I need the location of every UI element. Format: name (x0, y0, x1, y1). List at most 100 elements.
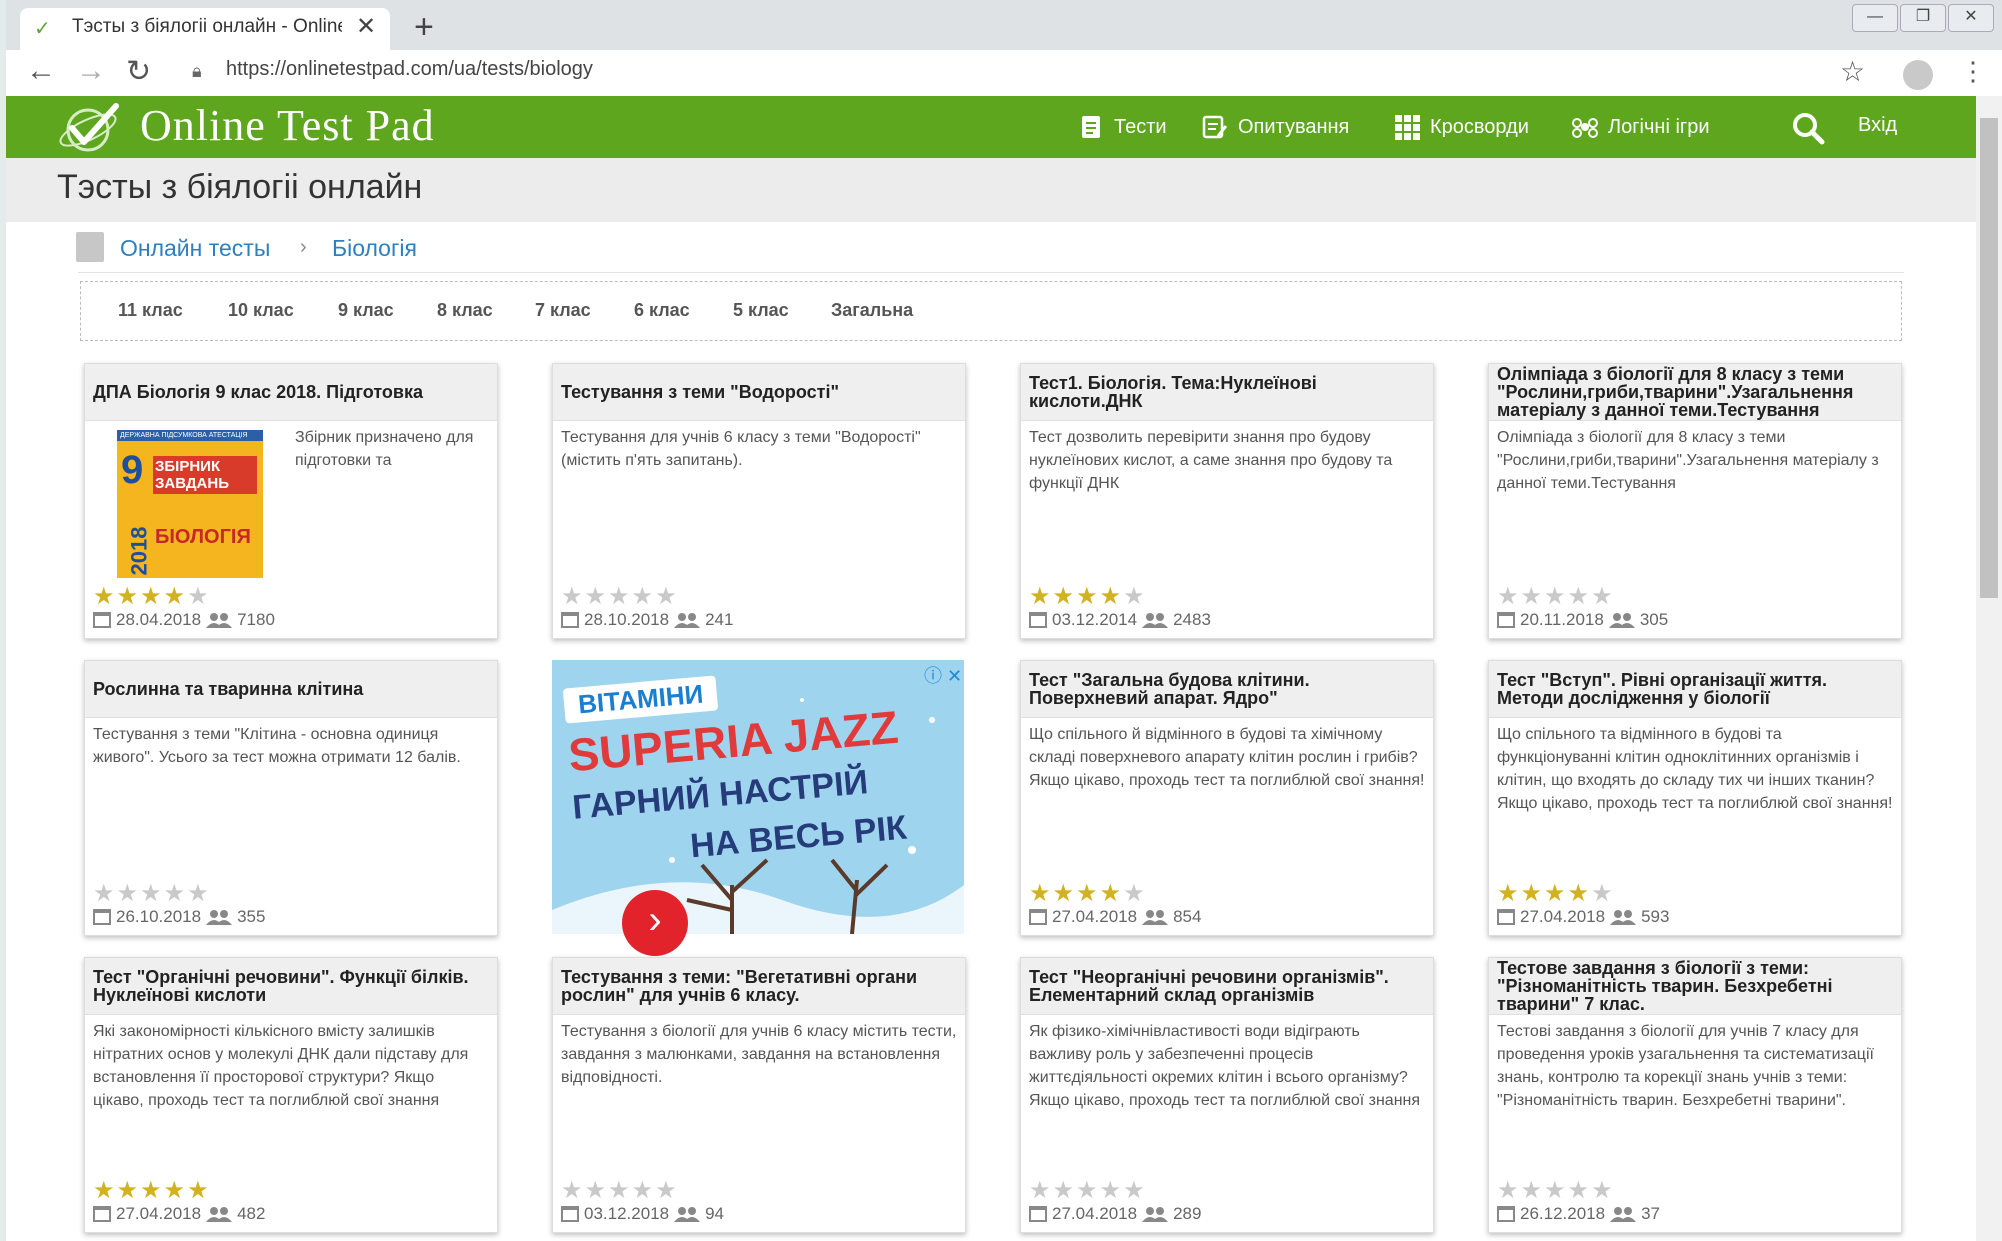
star-empty-icon[interactable]: ★ (93, 880, 117, 907)
star-empty-icon[interactable]: ★ (655, 1177, 679, 1204)
star-filled-icon[interactable]: ★ (164, 583, 188, 610)
test-card[interactable]: Олімпіада з біології для 8 класу з теми … (1488, 363, 1902, 639)
card-title[interactable]: Тест "Органічні речовини". Функції білкі… (93, 958, 489, 1014)
star-empty-icon[interactable]: ★ (1568, 1177, 1592, 1204)
star-empty-icon[interactable]: ★ (1497, 583, 1521, 610)
star-empty-icon[interactable]: ★ (164, 880, 188, 907)
scrollbar-thumb[interactable] (1980, 118, 1998, 598)
grade-7[interactable]: 7 клас (535, 300, 591, 321)
star-empty-icon[interactable]: ★ (632, 583, 656, 610)
grade-10[interactable]: 10 клас (228, 300, 294, 321)
star-empty-icon[interactable]: ★ (117, 880, 141, 907)
profile-avatar-icon[interactable] (1903, 60, 1933, 90)
star-empty-icon[interactable]: ★ (1521, 583, 1545, 610)
card-title[interactable]: Тест "Вступ". Рівні організації життя. М… (1497, 661, 1893, 717)
login-link[interactable]: Вхід (1858, 114, 1897, 137)
star-empty-icon[interactable]: ★ (1123, 583, 1147, 610)
star-empty-icon[interactable]: ★ (187, 880, 211, 907)
tab-close-icon[interactable]: ✕ (356, 12, 376, 41)
star-filled-icon[interactable]: ★ (1053, 583, 1077, 610)
star-empty-icon[interactable]: ★ (608, 583, 632, 610)
star-empty-icon[interactable]: ★ (585, 583, 609, 610)
grade-general[interactable]: Загальна (831, 300, 913, 321)
star-filled-icon[interactable]: ★ (1029, 880, 1053, 907)
reload-icon[interactable]: ↻ (126, 54, 151, 89)
grade-6[interactable]: 6 клас (634, 300, 690, 321)
test-card[interactable]: Тест "Неорганічні речовини організмів". … (1020, 957, 1434, 1233)
grade-11[interactable]: 11 клас (118, 300, 183, 321)
card-title[interactable]: Тестування з теми "Водорості" (561, 364, 957, 420)
star-empty-icon[interactable]: ★ (1123, 880, 1147, 907)
star-filled-icon[interactable]: ★ (187, 1177, 211, 1204)
star-empty-icon[interactable]: ★ (140, 880, 164, 907)
logo-checkmark-icon[interactable] (54, 98, 132, 158)
star-empty-icon[interactable]: ★ (1497, 1177, 1521, 1204)
star-empty-icon[interactable]: ★ (632, 1177, 656, 1204)
back-arrow-icon[interactable]: ← (26, 54, 56, 88)
star-filled-icon[interactable]: ★ (93, 583, 117, 610)
star-filled-icon[interactable]: ★ (1100, 880, 1124, 907)
window-close-button[interactable]: ✕ (1948, 4, 1994, 32)
card-title[interactable]: Тест1. Біологія. Тема:Нуклеїнові кислоти… (1029, 364, 1425, 420)
star-empty-icon[interactable]: ★ (561, 583, 585, 610)
star-filled-icon[interactable]: ★ (1076, 880, 1100, 907)
star-empty-icon[interactable]: ★ (1591, 1177, 1615, 1204)
star-filled-icon[interactable]: ★ (1521, 880, 1545, 907)
card-title[interactable]: Тест "Неорганічні речовини організмів". … (1029, 958, 1425, 1014)
star-empty-icon[interactable]: ★ (561, 1177, 585, 1204)
star-empty-icon[interactable]: ★ (1076, 1177, 1100, 1204)
star-filled-icon[interactable]: ★ (1568, 880, 1592, 907)
test-card[interactable]: Тест "Органічні речовини". Функції білкі… (84, 957, 498, 1233)
star-filled-icon[interactable]: ★ (1076, 583, 1100, 610)
star-empty-icon[interactable]: ★ (1053, 1177, 1077, 1204)
star-empty-icon[interactable]: ★ (1521, 1177, 1545, 1204)
nav-surveys[interactable]: Опитування (1202, 114, 1349, 140)
card-title[interactable]: Тестове завдання з біології з теми: "Різ… (1497, 958, 1893, 1014)
star-filled-icon[interactable]: ★ (1029, 583, 1053, 610)
star-empty-icon[interactable]: ★ (655, 583, 679, 610)
restore-button[interactable]: ❐ (1900, 4, 1946, 32)
star-empty-icon[interactable]: ★ (187, 583, 211, 610)
forward-arrow-icon[interactable]: → (76, 54, 106, 88)
breadcrumb-biology[interactable]: Біологія (332, 235, 417, 262)
test-card[interactable]: Тест1. Біологія. Тема:Нуклеїнові кислоти… (1020, 363, 1434, 639)
test-card[interactable]: Тестування з теми: "Вегетативні органи р… (552, 957, 966, 1233)
star-empty-icon[interactable]: ★ (1591, 880, 1615, 907)
card-title[interactable]: Рослинна та тваринна клітина (93, 661, 489, 717)
star-filled-icon[interactable]: ★ (117, 583, 141, 610)
star-empty-icon[interactable]: ★ (1029, 1177, 1053, 1204)
star-filled-icon[interactable]: ★ (117, 1177, 141, 1204)
bookmark-star-icon[interactable]: ☆ (1840, 55, 1865, 88)
star-filled-icon[interactable]: ★ (93, 1177, 117, 1204)
star-empty-icon[interactable]: ★ (585, 1177, 609, 1204)
card-title[interactable]: Олімпіада з біології для 8 класу з теми … (1497, 364, 1893, 420)
star-empty-icon[interactable]: ★ (1544, 583, 1568, 610)
star-filled-icon[interactable]: ★ (1544, 880, 1568, 907)
star-filled-icon[interactable]: ★ (1100, 583, 1124, 610)
ad-info-close-icon[interactable]: ⓘ ✕ (924, 662, 962, 688)
card-title[interactable]: Тестування з теми: "Вегетативні органи р… (561, 958, 957, 1014)
search-icon[interactable] (1790, 110, 1826, 146)
test-card[interactable]: Тест "Вступ". Рівні організації життя. М… (1488, 660, 1902, 936)
nav-logic-games[interactable]: Логічні ігри (1572, 114, 1709, 140)
grade-9[interactable]: 9 клас (338, 300, 394, 321)
card-title[interactable]: ДПА Біологія 9 клас 2018. Підготовка (93, 364, 489, 420)
nav-tests[interactable]: Тести (1078, 114, 1167, 140)
star-empty-icon[interactable]: ★ (1100, 1177, 1124, 1204)
minimize-button[interactable]: — (1852, 4, 1898, 32)
breadcrumb-online-tests[interactable]: Онлайн тесты (120, 235, 270, 262)
test-card[interactable]: Тестування з теми "Водорості" Тестування… (552, 363, 966, 639)
browser-menu-icon[interactable]: ⋮ (1960, 56, 1986, 87)
grade-5[interactable]: 5 клас (733, 300, 789, 321)
star-empty-icon[interactable]: ★ (1591, 583, 1615, 610)
nav-crosswords[interactable]: Кросворди (1394, 114, 1529, 140)
test-card[interactable]: Тестове завдання з біології з теми: "Різ… (1488, 957, 1902, 1233)
card-title[interactable]: Тест "Загальна будова клітини. Поверхнев… (1029, 661, 1425, 717)
star-empty-icon[interactable]: ★ (1123, 1177, 1147, 1204)
ad-play-icon[interactable]: › (622, 890, 688, 956)
star-empty-icon[interactable]: ★ (608, 1177, 632, 1204)
test-card[interactable]: Рослинна та тваринна клітина Тестування … (84, 660, 498, 936)
test-card[interactable]: ДПА Біологія 9 клас 2018. Підготовка ДЕР… (84, 363, 498, 639)
star-filled-icon[interactable]: ★ (140, 1177, 164, 1204)
test-card[interactable]: Тест "Загальна будова клітини. Поверхнев… (1020, 660, 1434, 936)
